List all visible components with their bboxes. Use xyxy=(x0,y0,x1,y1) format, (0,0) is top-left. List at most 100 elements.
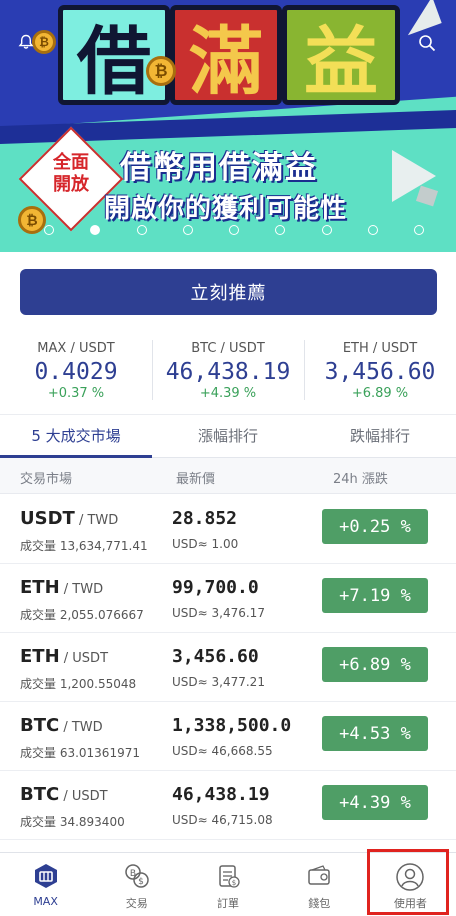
row-base: ETH xyxy=(20,577,60,598)
row-price: 3,456.60 xyxy=(172,646,259,667)
carousel-dot[interactable] xyxy=(44,225,54,235)
row-price: 46,438.19 xyxy=(172,784,270,805)
row-symbol: ETH / USDT xyxy=(20,646,108,667)
carousel-dot[interactable] xyxy=(275,225,286,235)
svg-text:$: $ xyxy=(232,879,236,887)
row-symbol: BTC / TWD xyxy=(20,715,103,736)
nav-label: 交易 xyxy=(125,897,148,910)
row-quote: / USDT xyxy=(59,651,109,666)
nav-max[interactable]: MAX xyxy=(0,853,91,916)
column-price: 最新價 xyxy=(176,472,216,487)
ticker-price: 46,438.19 xyxy=(165,359,291,385)
bitcoin-coin-icon: ₿ xyxy=(146,56,176,86)
carousel-dot[interactable] xyxy=(321,225,332,235)
row-usd-price: USD≈ 46,715.08 xyxy=(172,813,273,827)
ticker-eth-usdt[interactable]: ETH / USDT 3,456.60 +6.89 % xyxy=(304,338,456,404)
promo-badge-line1: 全面 xyxy=(53,152,89,173)
market-card: 立刻推薦 MAX / USDT 0.4029 +0.37 % BTC / USD… xyxy=(0,252,456,852)
row-price: 1,338,500.0 xyxy=(172,715,292,736)
coin-icon: ₿ xyxy=(32,30,56,54)
row-quote: / TWD xyxy=(59,720,103,735)
row-base: BTC xyxy=(20,784,60,805)
exchange-icon: B $ xyxy=(125,864,149,888)
table-row[interactable]: ETH / USDT 成交量 1,200.55048 3,456.60 USD≈… xyxy=(0,633,456,702)
column-market: 交易市場 xyxy=(20,472,73,487)
row-change-badge[interactable]: +4.53 % xyxy=(322,716,428,751)
row-volume: 成交量 13,634,771.41 xyxy=(20,539,148,553)
row-change-badge[interactable]: +0.25 % xyxy=(322,509,428,544)
ticker-pair: BTC / USDT xyxy=(191,341,265,356)
row-volume: 成交量 2,055.076667 xyxy=(20,608,144,622)
ticker-pair: ETH / USDT xyxy=(342,341,418,356)
tab-losers[interactable]: 跌幅排行 xyxy=(304,415,456,457)
row-base: USDT xyxy=(20,508,75,529)
svg-text:B: B xyxy=(130,869,136,879)
highlight-box xyxy=(367,849,449,915)
row-base: ETH xyxy=(20,646,60,667)
nav-label: 訂單 xyxy=(217,897,239,910)
row-symbol: BTC / USDT xyxy=(20,784,108,805)
tab-top5-markets[interactable]: 5 大成交市場 xyxy=(0,415,152,458)
row-usd-price: USD≈ 3,476.17 xyxy=(172,606,265,620)
orders-icon: $ xyxy=(219,865,240,888)
carousel-dot[interactable] xyxy=(367,225,378,235)
ticker-price: 3,456.60 xyxy=(324,359,436,385)
row-quote: / TWD xyxy=(59,582,104,597)
carousel-dots[interactable] xyxy=(44,223,424,237)
ticker-change: +6.89 % xyxy=(351,386,409,401)
table-row[interactable]: ETH / TWD 成交量 2,055.076667 99,700.0 USD≈… xyxy=(0,564,456,633)
nav-exchange[interactable]: B $ 交易 xyxy=(91,853,182,916)
nav-label: MAX xyxy=(33,895,58,908)
tab-gainers[interactable]: 漲幅排行 xyxy=(152,415,304,457)
banner-title-char-3: 益 xyxy=(282,5,400,105)
banner-subheadline: 開啟你的獲利可能性 xyxy=(104,194,348,224)
max-logo-icon xyxy=(34,864,57,888)
row-volume: 成交量 1,200.55048 xyxy=(20,677,137,691)
nav-wallet[interactable]: 錢包 xyxy=(274,853,365,916)
carousel-dot[interactable] xyxy=(414,225,424,235)
ticker-change: +4.39 % xyxy=(199,386,257,401)
row-change-badge[interactable]: +6.89 % xyxy=(322,647,428,682)
promo-banner[interactable]: 借 滿 益 ₿ ₿ ₿ 全面 開放 借幣用借滿益 開啟你的獲利可能性 xyxy=(0,0,456,252)
row-usd-price: USD≈ 1.00 xyxy=(172,537,239,551)
banner-title-char-1: 借 xyxy=(58,5,170,105)
recommend-button[interactable]: 立刻推薦 xyxy=(20,269,437,315)
ticker-pair: MAX / USDT xyxy=(37,341,115,356)
ticker-change: +0.37 % xyxy=(47,386,105,401)
row-symbol: USDT / TWD xyxy=(20,508,118,529)
row-quote: / TWD xyxy=(74,513,119,528)
search-icon[interactable] xyxy=(418,34,436,52)
row-price: 28.852 xyxy=(172,508,238,529)
banner-headline: 借幣用借滿益 xyxy=(120,150,318,186)
ticker-btc-usdt[interactable]: BTC / USDT 46,438.19 +4.39 % xyxy=(152,338,304,404)
ticker-price: 0.4029 xyxy=(34,359,118,385)
nav-orders[interactable]: $ 訂單 xyxy=(182,853,273,916)
ticker-max-usdt[interactable]: MAX / USDT 0.4029 +0.37 % xyxy=(0,338,152,404)
svg-text:$: $ xyxy=(138,877,144,887)
market-tabs: 5 大成交市場 漲幅排行 跌幅排行 xyxy=(0,414,456,458)
wallet-icon xyxy=(308,865,330,885)
carousel-dot-active[interactable] xyxy=(90,225,101,235)
table-header: 交易市場 最新價 24h 漲跌 xyxy=(0,458,456,494)
banner-title-char-2: 滿 xyxy=(170,5,282,105)
row-base: BTC xyxy=(20,715,60,736)
nav-label: 錢包 xyxy=(308,897,331,910)
row-volume: 成交量 34.893400 xyxy=(20,815,125,829)
coin-icon: ₿ xyxy=(18,206,46,234)
promo-badge-line2: 開放 xyxy=(53,174,89,195)
carousel-dot[interactable] xyxy=(182,225,193,235)
row-change-badge[interactable]: +4.39 % xyxy=(322,785,428,820)
carousel-dot[interactable] xyxy=(136,225,147,235)
table-row[interactable]: USDT / TWD 成交量 13,634,771.41 28.852 USD≈… xyxy=(0,495,456,564)
bell-icon[interactable] xyxy=(18,34,34,50)
table-row[interactable]: BTC / USDT 成交量 34.893400 46,438.19 USD≈ … xyxy=(0,771,456,840)
row-symbol: ETH / TWD xyxy=(20,577,103,598)
row-usd-price: USD≈ 46,668.55 xyxy=(172,744,273,758)
row-quote: / USDT xyxy=(59,789,108,804)
table-row[interactable]: BTC / TWD 成交量 63.01361971 1,338,500.0 US… xyxy=(0,702,456,771)
promo-badge-text: 全面 開放 xyxy=(44,152,98,196)
row-change-badge[interactable]: +7.19 % xyxy=(322,578,428,613)
carousel-dot[interactable] xyxy=(229,225,239,235)
market-list: USDT / TWD 成交量 13,634,771.41 28.852 USD≈… xyxy=(0,495,456,840)
row-price: 99,700.0 xyxy=(172,577,259,598)
